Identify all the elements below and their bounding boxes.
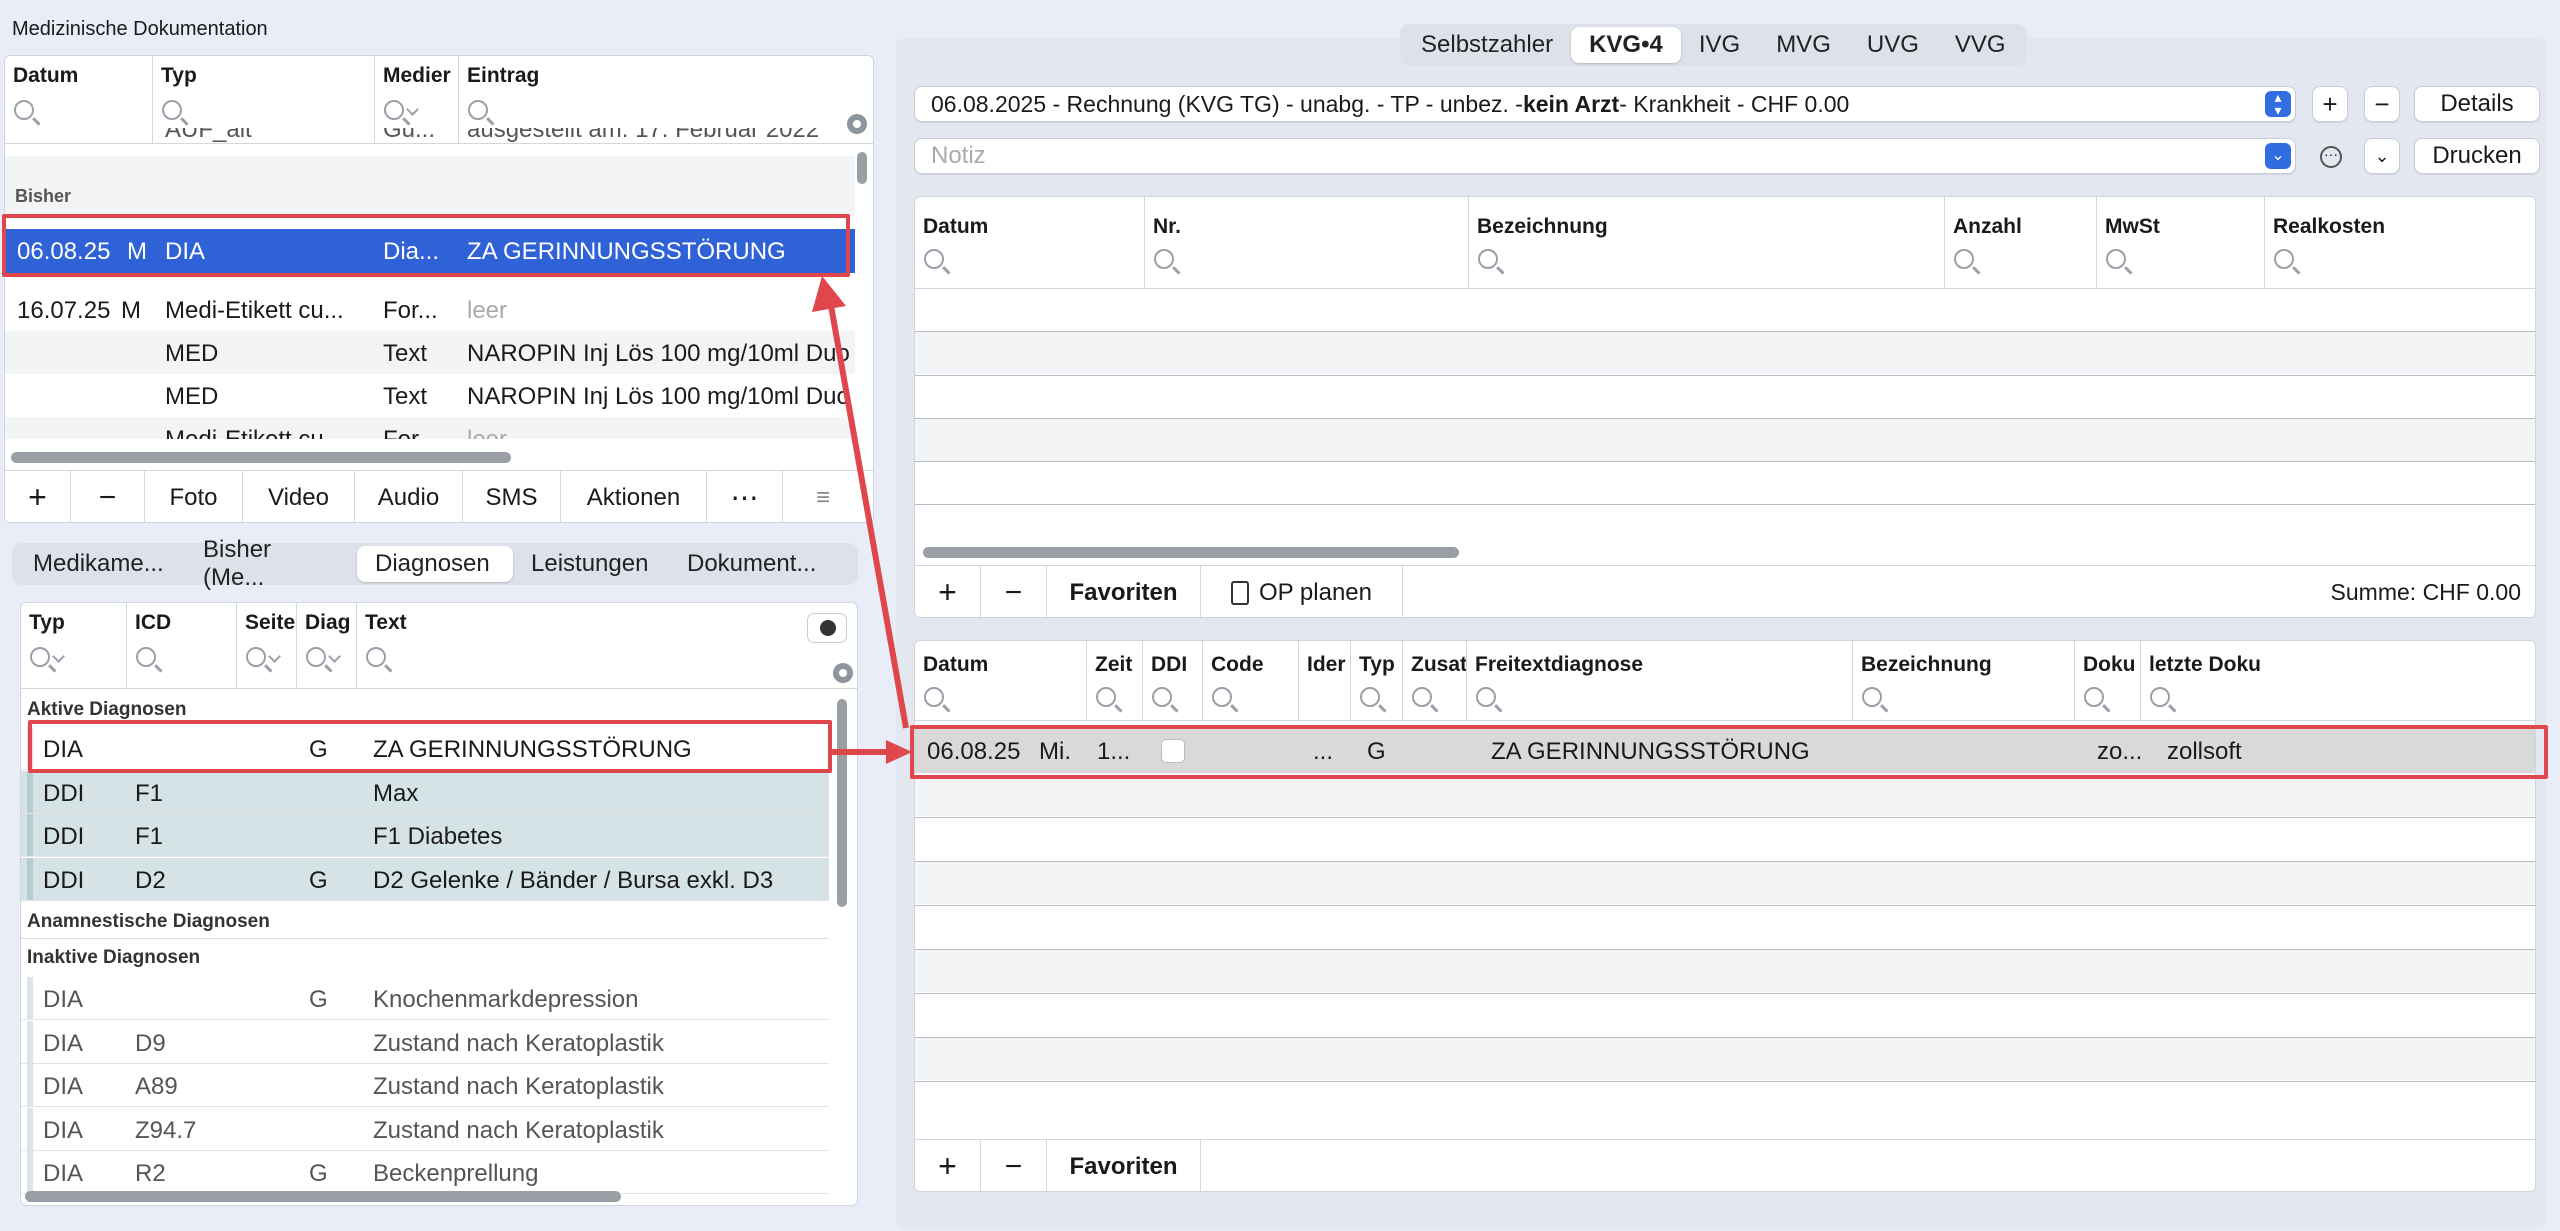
annotation-arrows <box>812 276 912 764</box>
